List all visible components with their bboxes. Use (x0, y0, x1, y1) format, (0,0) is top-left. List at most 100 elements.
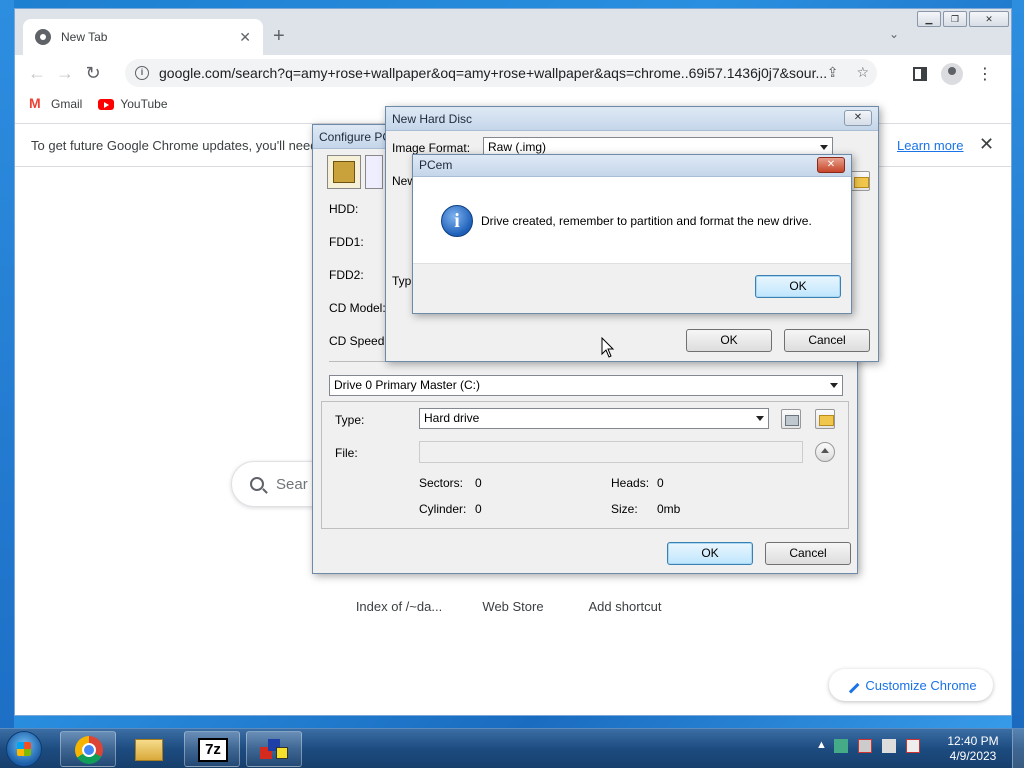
taskbar-7zip[interactable]: 7z (184, 731, 240, 767)
taskbar-clock[interactable]: 12:40 PM 4/9/2023 (940, 734, 1006, 764)
bookmark-youtube-label: YouTube (120, 97, 168, 111)
site-info-icon[interactable]: i (135, 66, 149, 80)
tab-new-tab[interactable]: New Tab ✕ (23, 19, 263, 55)
infobar-text: To get future Google Chrome updates, you… (31, 138, 318, 153)
pcem-message-text: Drive created, remember to partition and… (481, 214, 812, 228)
shortcut-add-label: Add shortcut (588, 599, 662, 614)
start-button[interactable] (6, 731, 42, 767)
eject-icon[interactable] (815, 442, 835, 462)
bookmark-youtube[interactable]: YouTube (98, 97, 168, 111)
chrome-tab-icon (35, 29, 51, 45)
motherboard-icon[interactable] (327, 155, 361, 189)
cylinder-label: Cylinder: (419, 502, 467, 516)
network-icon[interactable] (858, 739, 872, 753)
url-text[interactable]: google.com/search?q=amy+rose+wallpaper&o… (159, 65, 839, 81)
new-hard-disc-close-button[interactable]: ✕ (844, 110, 872, 126)
taskbar: 7z ▲ 12:40 PM 4/9/2023 (0, 728, 1024, 768)
fdd1-label: FDD1: (329, 235, 364, 249)
action-center-icon[interactable] (834, 739, 848, 753)
shortcut-add[interactable]: Add shortcut (569, 599, 681, 614)
infobar-close-icon[interactable]: ✕ (979, 134, 994, 155)
hdd-label: HDD: (329, 202, 359, 216)
restore-button[interactable]: ❐ (943, 11, 967, 27)
window-controls: ▁ ❐ ✕ (917, 11, 1009, 27)
minimize-button[interactable]: ▁ (917, 11, 941, 27)
new-tab-button[interactable]: + (273, 25, 285, 48)
sectors-label: Sectors: (419, 476, 464, 490)
type-label-fragment: Typ (392, 274, 412, 288)
clock-time: 12:40 PM (947, 734, 999, 748)
bookmark-star-icon[interactable]: ☆ (856, 64, 869, 81)
system-tray: ▲ (816, 739, 920, 753)
youtube-icon (98, 98, 115, 110)
tab-close-icon[interactable]: ✕ (239, 29, 251, 46)
new-disk-icon[interactable] (781, 409, 801, 429)
pcem-message-box: PCem ✕ i Drive created, remember to part… (412, 154, 852, 314)
display-tray-icon[interactable] (882, 739, 896, 753)
display-icon[interactable] (365, 155, 383, 189)
pcem-close-button[interactable]: ✕ (817, 157, 845, 173)
show-hidden-icons-icon[interactable]: ▲ (816, 739, 827, 753)
file-label: File: (335, 446, 358, 460)
taskbar-explorer[interactable] (120, 731, 176, 767)
configure-pc-title: Configure PC (319, 130, 392, 144)
mouse-cursor-icon (601, 337, 615, 358)
side-panel-icon[interactable] (913, 67, 927, 81)
volume-muted-icon[interactable] (906, 739, 920, 753)
taskbar-chrome[interactable] (60, 731, 116, 767)
reload-icon[interactable]: ↻ (79, 63, 107, 84)
address-bar[interactable]: i google.com/search?q=amy+rose+wallpaper… (125, 59, 877, 87)
new-disc-cancel-button[interactable]: Cancel (784, 329, 870, 352)
heads-label: Heads: (611, 476, 650, 490)
chrome-icon (75, 736, 103, 764)
share-icon[interactable]: ⇪ (827, 64, 839, 81)
file-path-field[interactable] (419, 441, 803, 463)
cylinder-value: 0 (475, 502, 482, 516)
forward-arrow-icon[interactable]: → (51, 63, 79, 84)
search-icon (250, 477, 264, 491)
toolbar-right: ⋮ (913, 63, 993, 85)
shortcut-index[interactable]: Index of /~da... (343, 599, 455, 614)
drive-type-value: Hard drive (424, 411, 480, 425)
pencil-icon (842, 676, 860, 694)
search-placeholder: Sear (276, 475, 308, 493)
shortcut-web-store[interactable]: Web Store (457, 599, 569, 614)
bookmark-gmail[interactable]: Gmail (29, 95, 82, 111)
size-value: 0mb (657, 502, 681, 516)
desktop-right-edge (1012, 0, 1024, 728)
info-icon: i (441, 205, 473, 237)
pcem-icon (260, 739, 290, 761)
configure-ok-button[interactable]: OK (667, 542, 753, 565)
image-format-label: Image Format: (392, 141, 471, 155)
chevron-down-icon (830, 383, 838, 388)
profile-avatar-icon[interactable] (941, 63, 963, 85)
chrome-menu-icon[interactable]: ⋮ (977, 64, 993, 84)
new-disc-ok-button[interactable]: OK (686, 329, 772, 352)
new-hard-disc-title: New Hard Disc (392, 112, 473, 126)
customize-chrome-button[interactable]: Customize Chrome (829, 669, 993, 701)
tab-title: New Tab (61, 30, 108, 44)
explorer-icon (135, 739, 163, 761)
cd-speed-label: CD Speed: (329, 334, 388, 348)
configure-cancel-button[interactable]: Cancel (765, 542, 851, 565)
tab-search-chevron-icon[interactable]: ⌄ (889, 27, 899, 41)
back-arrow-icon[interactable]: ← (23, 63, 51, 84)
fdd2-label: FDD2: (329, 268, 364, 282)
browser-toolbar: ← → ↻ i google.com/search?q=amy+rose+wal… (15, 55, 1011, 91)
image-format-value: Raw (.img) (488, 140, 547, 154)
learn-more-link[interactable]: Learn more (897, 138, 963, 153)
show-desktop-button[interactable] (1012, 729, 1024, 768)
folder-open-icon[interactable] (815, 409, 835, 429)
pcem-title: PCem (419, 158, 453, 172)
tab-strip: New Tab ✕ + ⌄ ▁ ❐ ✕ (15, 9, 1011, 55)
folder-open-icon[interactable] (850, 171, 870, 191)
drive-select[interactable]: Drive 0 Primary Master (C:) (329, 375, 843, 396)
close-window-button[interactable]: ✕ (969, 11, 1009, 27)
clock-date: 4/9/2023 (949, 749, 997, 763)
customize-chrome-label: Customize Chrome (865, 677, 977, 693)
size-label: Size: (611, 502, 638, 516)
taskbar-pcem[interactable] (246, 731, 302, 767)
pcem-ok-button[interactable]: OK (755, 275, 841, 298)
drive-type-select[interactable]: Hard drive (419, 408, 769, 429)
new-hard-disc-titlebar: New Hard Disc ✕ (386, 107, 878, 131)
